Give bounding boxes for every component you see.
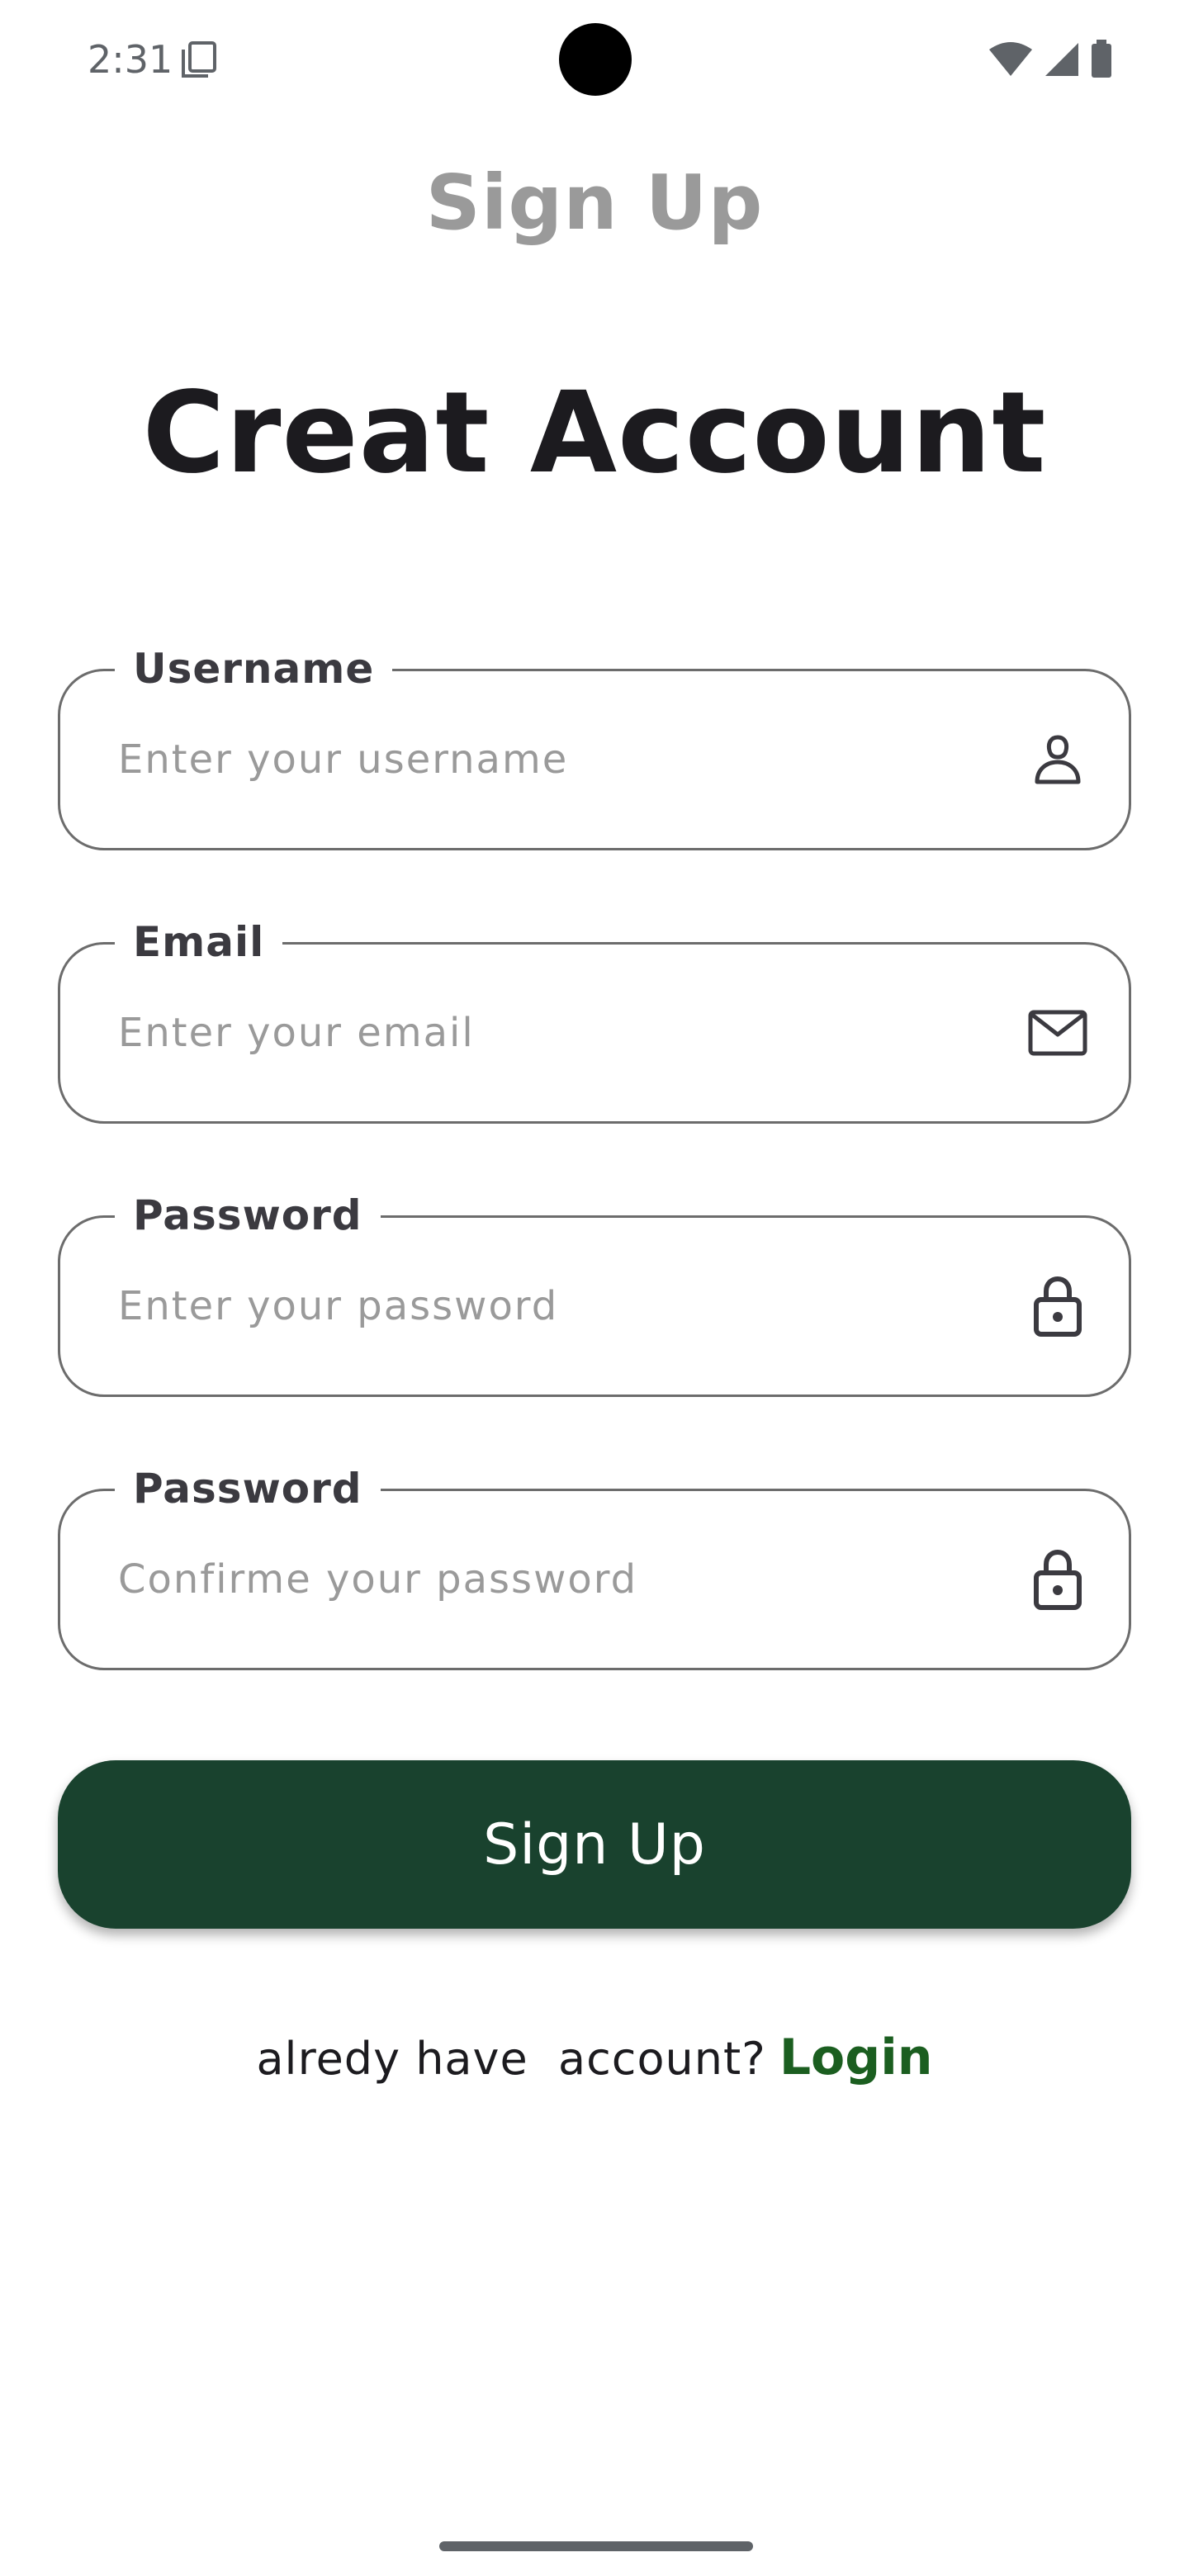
home-indicator[interactable] <box>439 2541 753 2551</box>
email-field[interactable]: Email <box>58 915 1131 1124</box>
email-input[interactable] <box>118 1010 944 1056</box>
lock-icon <box>1028 1276 1087 1337</box>
login-prompt: alredy have account? Login <box>0 2024 1189 2092</box>
notification-card-icon <box>180 40 218 79</box>
camera-cutout <box>559 23 632 96</box>
confirm-password-input[interactable] <box>118 1556 944 1603</box>
top-title: Sign Up <box>425 159 764 247</box>
login-link[interactable]: Login <box>779 2029 933 2086</box>
username-input[interactable] <box>118 736 944 783</box>
page-title: Creat Account <box>142 368 1047 499</box>
person-icon <box>1028 730 1087 789</box>
email-label: Email <box>115 915 283 969</box>
battery-icon <box>1090 40 1113 83</box>
username-field[interactable]: Username <box>58 642 1131 850</box>
lock-icon <box>1028 1549 1087 1610</box>
password-label: Password <box>115 1188 381 1243</box>
status-time: 2:31 <box>88 37 173 82</box>
password-input[interactable] <box>118 1283 944 1329</box>
confirm-password-label: Password <box>115 1461 381 1516</box>
confirm-password-field[interactable]: Password <box>58 1461 1131 1670</box>
cell-signal-icon <box>1042 40 1082 83</box>
mail-icon <box>1028 1003 1087 1063</box>
password-field[interactable]: Password <box>58 1188 1131 1397</box>
status-bar: 2:31 <box>0 0 1189 116</box>
sign-up-button[interactable]: Sign Up <box>58 1760 1131 1929</box>
wifi-icon <box>988 40 1034 83</box>
username-label: Username <box>115 642 393 696</box>
status-icons <box>988 40 1113 83</box>
login-prompt-text: alredy have account? <box>256 2033 766 2085</box>
